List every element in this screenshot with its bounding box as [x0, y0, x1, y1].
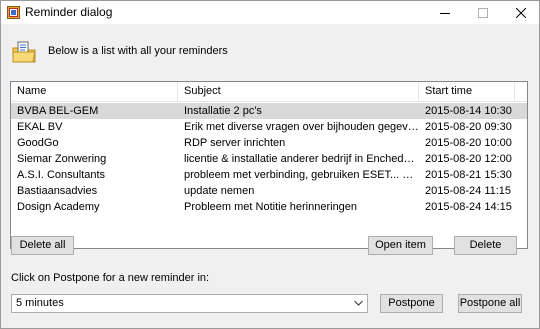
row-subject: Installatie 2 pc's: [184, 105, 262, 117]
reminder-app-icon: [7, 6, 20, 19]
row-start-time: 2015-08-24 14:15: [425, 201, 512, 213]
maximize-button[interactable]: [467, 1, 499, 24]
list-rows: BVBA BEL-GEM Installatie 2 pc's 2015-08-…: [11, 103, 527, 215]
row-subject: Probleem met Notitie herinneringen: [184, 201, 358, 213]
row-subject: licentie & installatie anderer bedrijf i…: [184, 153, 419, 165]
row-name: Bastiaansadvies: [17, 185, 98, 197]
postpone-button[interactable]: Postpone: [380, 294, 443, 313]
row-name: A.S.I. Consultants: [17, 169, 106, 181]
minimize-button[interactable]: [429, 1, 461, 24]
open-item-button[interactable]: Open item: [368, 236, 433, 255]
window-title: Reminder dialog: [25, 5, 113, 19]
row-name: Siemar Zonwering: [17, 153, 107, 165]
chevron-down-icon: [354, 300, 363, 306]
postpone-duration-select[interactable]: 5 minutes: [11, 294, 368, 313]
close-button[interactable]: [505, 1, 537, 24]
reminders-list[interactable]: Name Subject Start time BVBA BEL-GEM Ins…: [10, 81, 528, 249]
column-header-name[interactable]: Name: [11, 82, 178, 102]
row-start-time: 2015-08-20 10:00: [425, 137, 512, 149]
list-header: Name Subject Start time: [11, 82, 527, 102]
list-row[interactable]: Dosign Academy Probleem met Notitie heri…: [11, 199, 527, 215]
delete-all-button[interactable]: Delete all: [11, 236, 74, 255]
row-start-time: 2015-08-14 10:30: [425, 105, 512, 117]
row-start-time: 2015-08-20 12:00: [425, 153, 512, 165]
row-name: GoodGo: [17, 137, 59, 149]
maximize-icon: [478, 7, 488, 18]
column-header-start-time[interactable]: Start time: [419, 82, 515, 102]
postpone-all-button[interactable]: Postpone all: [458, 294, 522, 313]
column-header-subject[interactable]: Subject: [178, 82, 419, 102]
delete-button[interactable]: Delete: [454, 236, 517, 255]
list-row[interactable]: BVBA BEL-GEM Installatie 2 pc's 2015-08-…: [11, 103, 527, 119]
row-subject: update nemen: [184, 185, 255, 197]
row-name: BVBA BEL-GEM: [17, 105, 99, 117]
header-text: Below is a list with all your reminders: [48, 45, 228, 57]
row-start-time: 2015-08-20 09:30: [425, 121, 512, 133]
minimize-icon: [440, 12, 450, 14]
row-start-time: 2015-08-21 15:30: [425, 169, 512, 181]
list-row[interactable]: Bastiaansadvies update nemen 2015-08-24 …: [11, 183, 527, 199]
list-row[interactable]: GoodGo RDP server inrichten 2015-08-20 1…: [11, 135, 527, 151]
row-start-time: 2015-08-24 11:15: [425, 185, 512, 197]
postpone-duration-value: 5 minutes: [16, 297, 64, 309]
folder-note-icon: [12, 41, 36, 63]
reminder-dialog-window: Reminder dialog Below is a list with all…: [0, 0, 540, 329]
row-name: Dosign Academy: [17, 201, 100, 213]
row-subject: Erik met diverse vragen over bijhouden g…: [184, 121, 419, 133]
row-subject: RDP server inrichten: [184, 137, 286, 149]
list-row[interactable]: A.S.I. Consultants probleem met verbindi…: [11, 167, 527, 183]
list-row[interactable]: Siemar Zonwering licentie & installatie …: [11, 151, 527, 167]
dialog-content: Below is a list with all your reminders …: [1, 24, 539, 328]
row-name: EKAL BV: [17, 121, 63, 133]
title-bar[interactable]: Reminder dialog: [1, 1, 539, 24]
list-row[interactable]: EKAL BV Erik met diverse vragen over bij…: [11, 119, 527, 135]
row-subject: probleem met verbinding, gebruiken ESET.…: [184, 169, 419, 181]
postpone-label: Click on Postpone for a new reminder in:: [11, 272, 210, 284]
close-icon: [516, 7, 526, 18]
